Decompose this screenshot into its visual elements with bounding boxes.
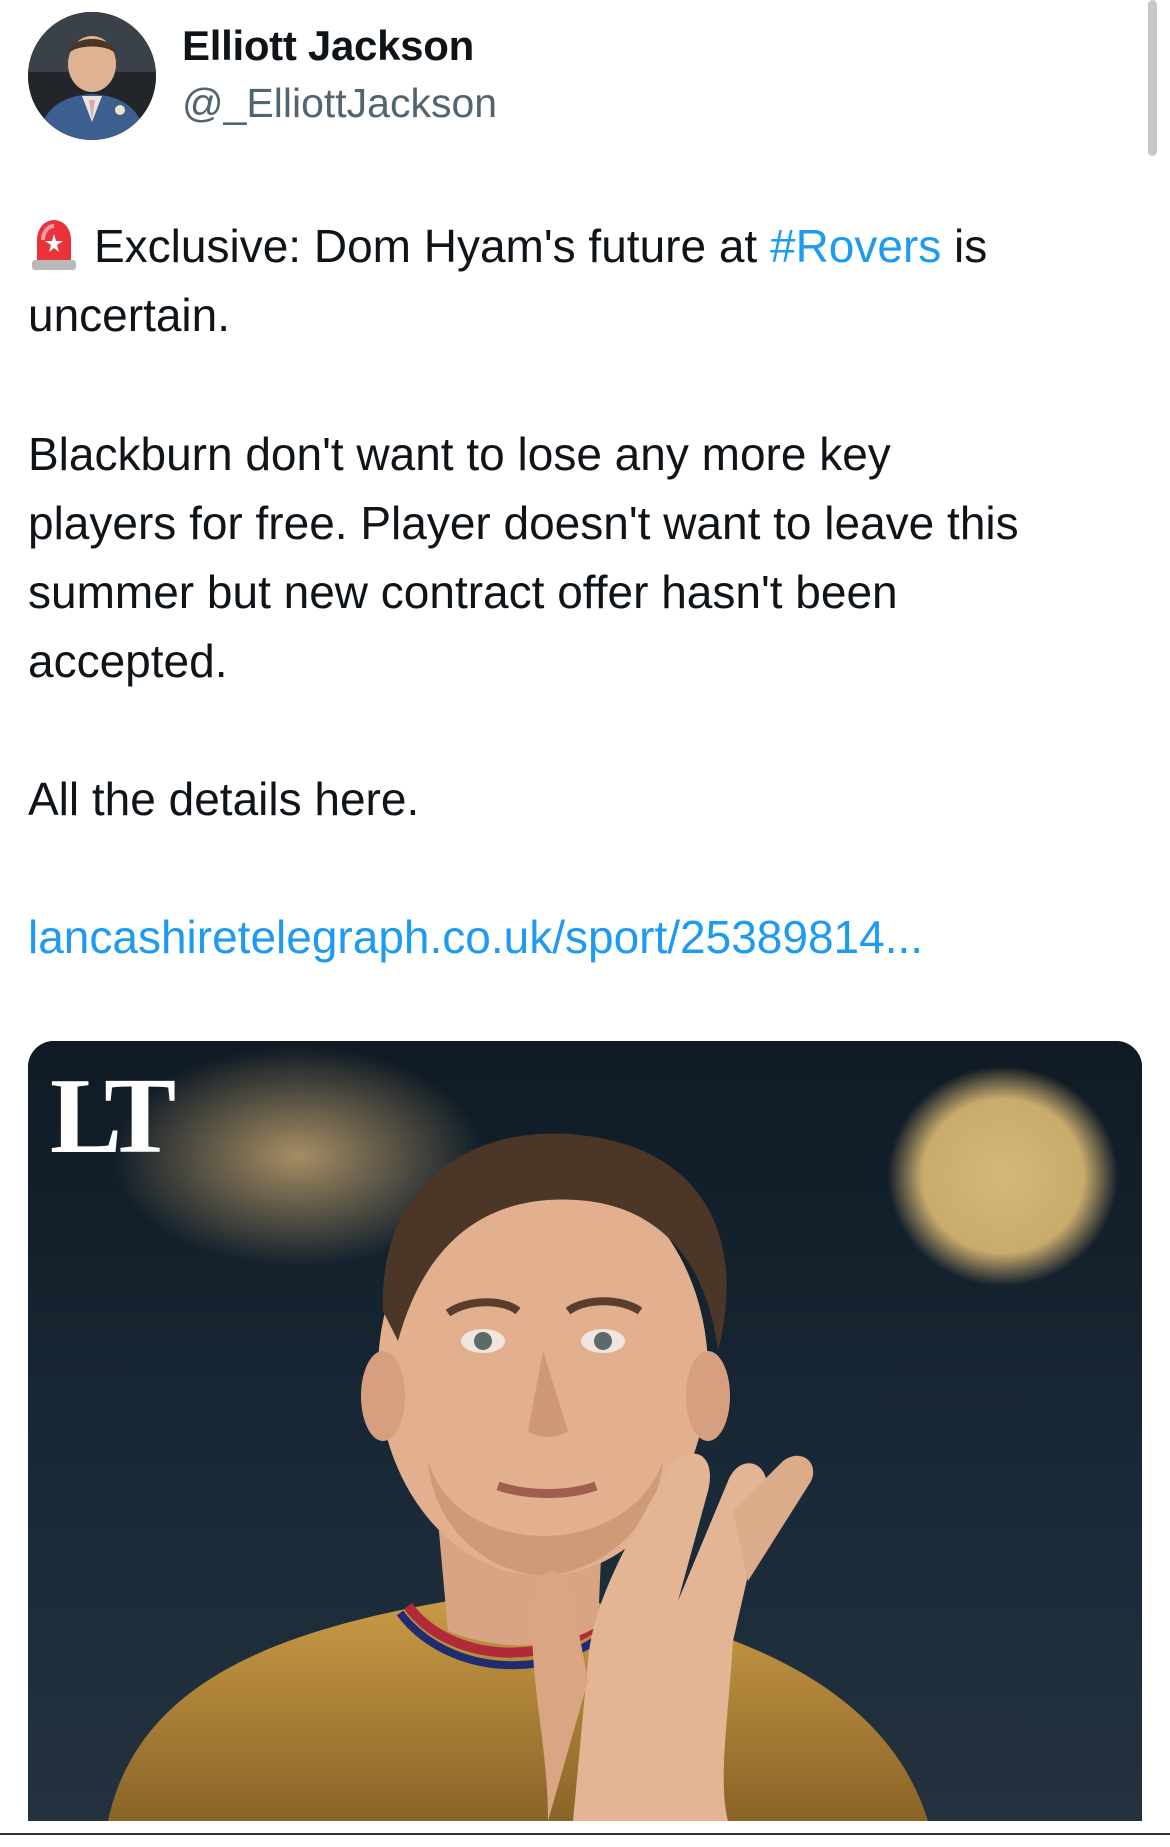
tweet-details: All the details here. (28, 773, 420, 825)
brand-logo: LT (50, 1057, 176, 1176)
intro-text: Exclusive: Dom Hyam's future at (94, 220, 770, 272)
divider (0, 1833, 1170, 1835)
article-card-image[interactable]: LT (28, 1041, 1142, 1821)
body-line: accepted. (28, 635, 228, 687)
player-photo (28, 1041, 1142, 1821)
body-line: summer but new contract offer hasn't bee… (28, 566, 898, 618)
intro-text-end: is (941, 220, 988, 272)
tweet-intro: Exclusive: Dom Hyam's future at #Rovers … (28, 212, 1138, 350)
hashtag-link[interactable]: #Rovers (770, 220, 941, 272)
tweet-body: Blackburn don't want to lose any more ke… (28, 420, 1138, 696)
tweet[interactable]: Elliott Jackson @_ElliottJackson Exclusi… (0, 0, 1170, 1847)
intro-text-line2: uncertain. (28, 289, 231, 341)
article-link[interactable]: lancashiretelegraph.co.uk/sport/25389814… (28, 903, 1138, 972)
author-handle[interactable]: @_ElliottJackson (182, 80, 497, 127)
scrollbar[interactable] (1148, 0, 1157, 156)
author-name[interactable]: Elliott Jackson (182, 22, 474, 70)
avatar-image (28, 12, 156, 140)
body-line: players for free. Player doesn't want to… (28, 497, 1019, 549)
avatar[interactable] (28, 12, 156, 140)
siren-icon (28, 216, 80, 272)
body-line: Blackburn don't want to lose any more ke… (28, 428, 891, 480)
